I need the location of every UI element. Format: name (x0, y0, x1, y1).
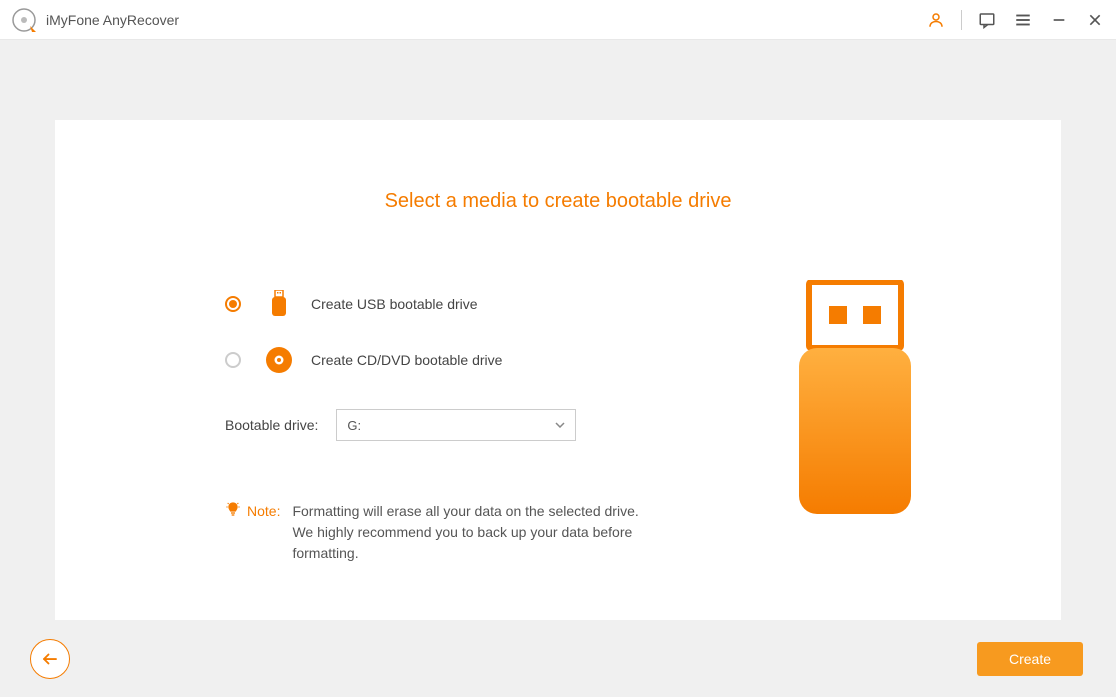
close-icon[interactable] (1086, 11, 1104, 29)
titlebar: iMyFone AnyRecover (0, 0, 1116, 40)
feedback-icon[interactable] (978, 11, 996, 29)
minimize-icon[interactable] (1050, 11, 1068, 29)
main-area: Select a media to create bootable drive … (0, 40, 1116, 697)
drive-label: Bootable drive: (225, 417, 318, 433)
back-button[interactable] (30, 639, 70, 679)
titlebar-divider (961, 10, 962, 30)
lightbulb-icon (225, 501, 241, 520)
radio-cd[interactable] (225, 352, 241, 368)
content-card: Select a media to create bootable drive … (55, 120, 1061, 620)
drive-select-value: G: (347, 418, 361, 433)
drive-select[interactable]: G: (336, 409, 576, 441)
create-button[interactable]: Create (977, 642, 1083, 676)
titlebar-controls (927, 10, 1104, 30)
note-prefix: Note: (247, 503, 280, 519)
footer-bar: Create (30, 639, 1083, 679)
usb-small-icon (263, 290, 295, 318)
note-marker: Note: (225, 501, 280, 520)
app-logo-icon (12, 8, 36, 32)
app-title: iMyFone AnyRecover (46, 12, 927, 28)
radio-usb[interactable] (225, 296, 241, 312)
option-usb-label: Create USB bootable drive (311, 296, 478, 312)
user-icon[interactable] (927, 11, 945, 29)
note-text: Formatting will erase all your data on t… (292, 501, 652, 564)
cd-small-icon (263, 346, 295, 374)
menu-icon[interactable] (1014, 11, 1032, 29)
usb-large-icon (799, 280, 911, 520)
chevron-down-icon (555, 420, 565, 431)
page-heading: Select a media to create bootable drive (55, 190, 1061, 213)
option-cd-label: Create CD/DVD bootable drive (311, 352, 502, 368)
